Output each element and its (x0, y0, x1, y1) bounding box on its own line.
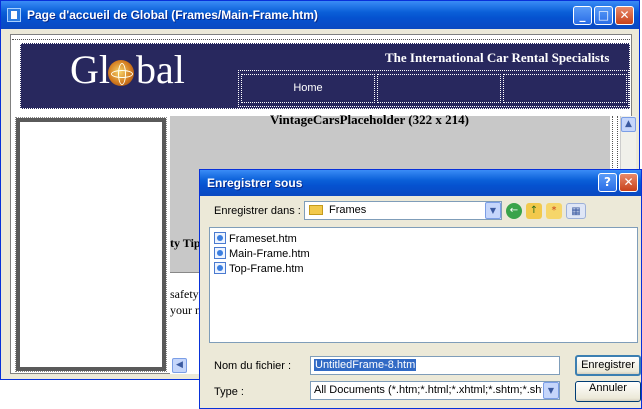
page-icon (7, 8, 21, 22)
close-button[interactable]: ✕ (615, 6, 634, 25)
scroll-left-icon[interactable]: ◀ (172, 358, 187, 373)
filename-label: Nom du fichier : (214, 360, 292, 372)
left-frame[interactable] (15, 117, 167, 372)
file-list[interactable]: Frameset.htm Main-Frame.htm Top-Frame.ht… (209, 227, 638, 343)
views-menu-icon[interactable]: ▦ (566, 203, 586, 219)
html-file-icon (214, 262, 226, 274)
minimize-button[interactable]: _ (573, 6, 592, 25)
dialog-title: Enregistrer sous (207, 176, 303, 190)
logo-prefix: Gl (70, 47, 110, 92)
type-value: All Documents (*.htm;*.html;*.xhtml;*.sh… (314, 384, 542, 396)
chevron-down-icon[interactable]: ▼ (543, 382, 559, 399)
type-dropdown[interactable]: All Documents (*.htm;*.html;*.xhtml;*.sh… (310, 381, 560, 400)
html-file-icon (214, 247, 226, 259)
chevron-down-icon[interactable]: ▼ (485, 202, 501, 219)
globe-icon (108, 60, 134, 86)
save-as-dialog: Enregistrer sous ? ✕ Enregistrer dans : … (199, 169, 642, 409)
maximize-button[interactable]: □ (594, 6, 613, 25)
cancel-button[interactable]: Annuler (575, 381, 641, 402)
folder-icon (309, 205, 323, 215)
new-folder-icon[interactable]: * (546, 203, 562, 219)
nav-cell-empty[interactable] (503, 74, 627, 103)
scroll-up-icon[interactable]: ▲ (621, 117, 636, 132)
tips-heading: ty Tip (170, 236, 201, 250)
save-button[interactable]: Enregistrer (575, 355, 641, 376)
tagline: The International Car Rental Specialists (385, 50, 610, 65)
window-title: Page d'accueil de Global (Frames/Main-Fr… (27, 8, 318, 22)
list-item[interactable]: Top-Frame.htm (214, 262, 304, 276)
dialog-titlebar[interactable]: Enregistrer sous ? ✕ (200, 170, 641, 196)
up-folder-icon[interactable]: ↑ (526, 203, 542, 219)
save-in-label: Enregistrer dans : (214, 205, 301, 217)
type-label: Type : (214, 386, 244, 398)
safety-line: safety (170, 287, 199, 301)
safety-paragraph: safety your n (170, 286, 201, 318)
file-name: Main-Frame.htm (229, 248, 310, 260)
nav-cell-empty[interactable] (377, 74, 501, 103)
file-name: Top-Frame.htm (229, 263, 304, 275)
main-titlebar[interactable]: Page d'accueil de Global (Frames/Main-Fr… (1, 1, 639, 29)
file-name: Frameset.htm (229, 233, 297, 245)
html-file-icon (214, 232, 226, 244)
nav-home-link[interactable]: Home (241, 74, 375, 103)
save-in-dropdown[interactable]: Frames ▼ (304, 201, 502, 220)
safety-line: your n (170, 303, 201, 317)
save-in-value: Frames (329, 204, 367, 216)
list-item[interactable]: Main-Frame.htm (214, 247, 310, 261)
list-item[interactable]: Frameset.htm (214, 232, 297, 246)
logo-suffix: bal (136, 47, 185, 92)
filename-value: UntitledFrame-8.htm (314, 359, 417, 371)
dialog-close-button[interactable]: ✕ (619, 173, 638, 192)
placeholder-label: VintageCarsPlaceholder (322 x 214) (270, 112, 469, 127)
back-icon[interactable]: ← (506, 203, 522, 219)
help-button[interactable]: ? (598, 173, 617, 192)
frame-border-top (12, 36, 630, 40)
filename-input[interactable]: UntitledFrame-8.htm (310, 356, 560, 375)
